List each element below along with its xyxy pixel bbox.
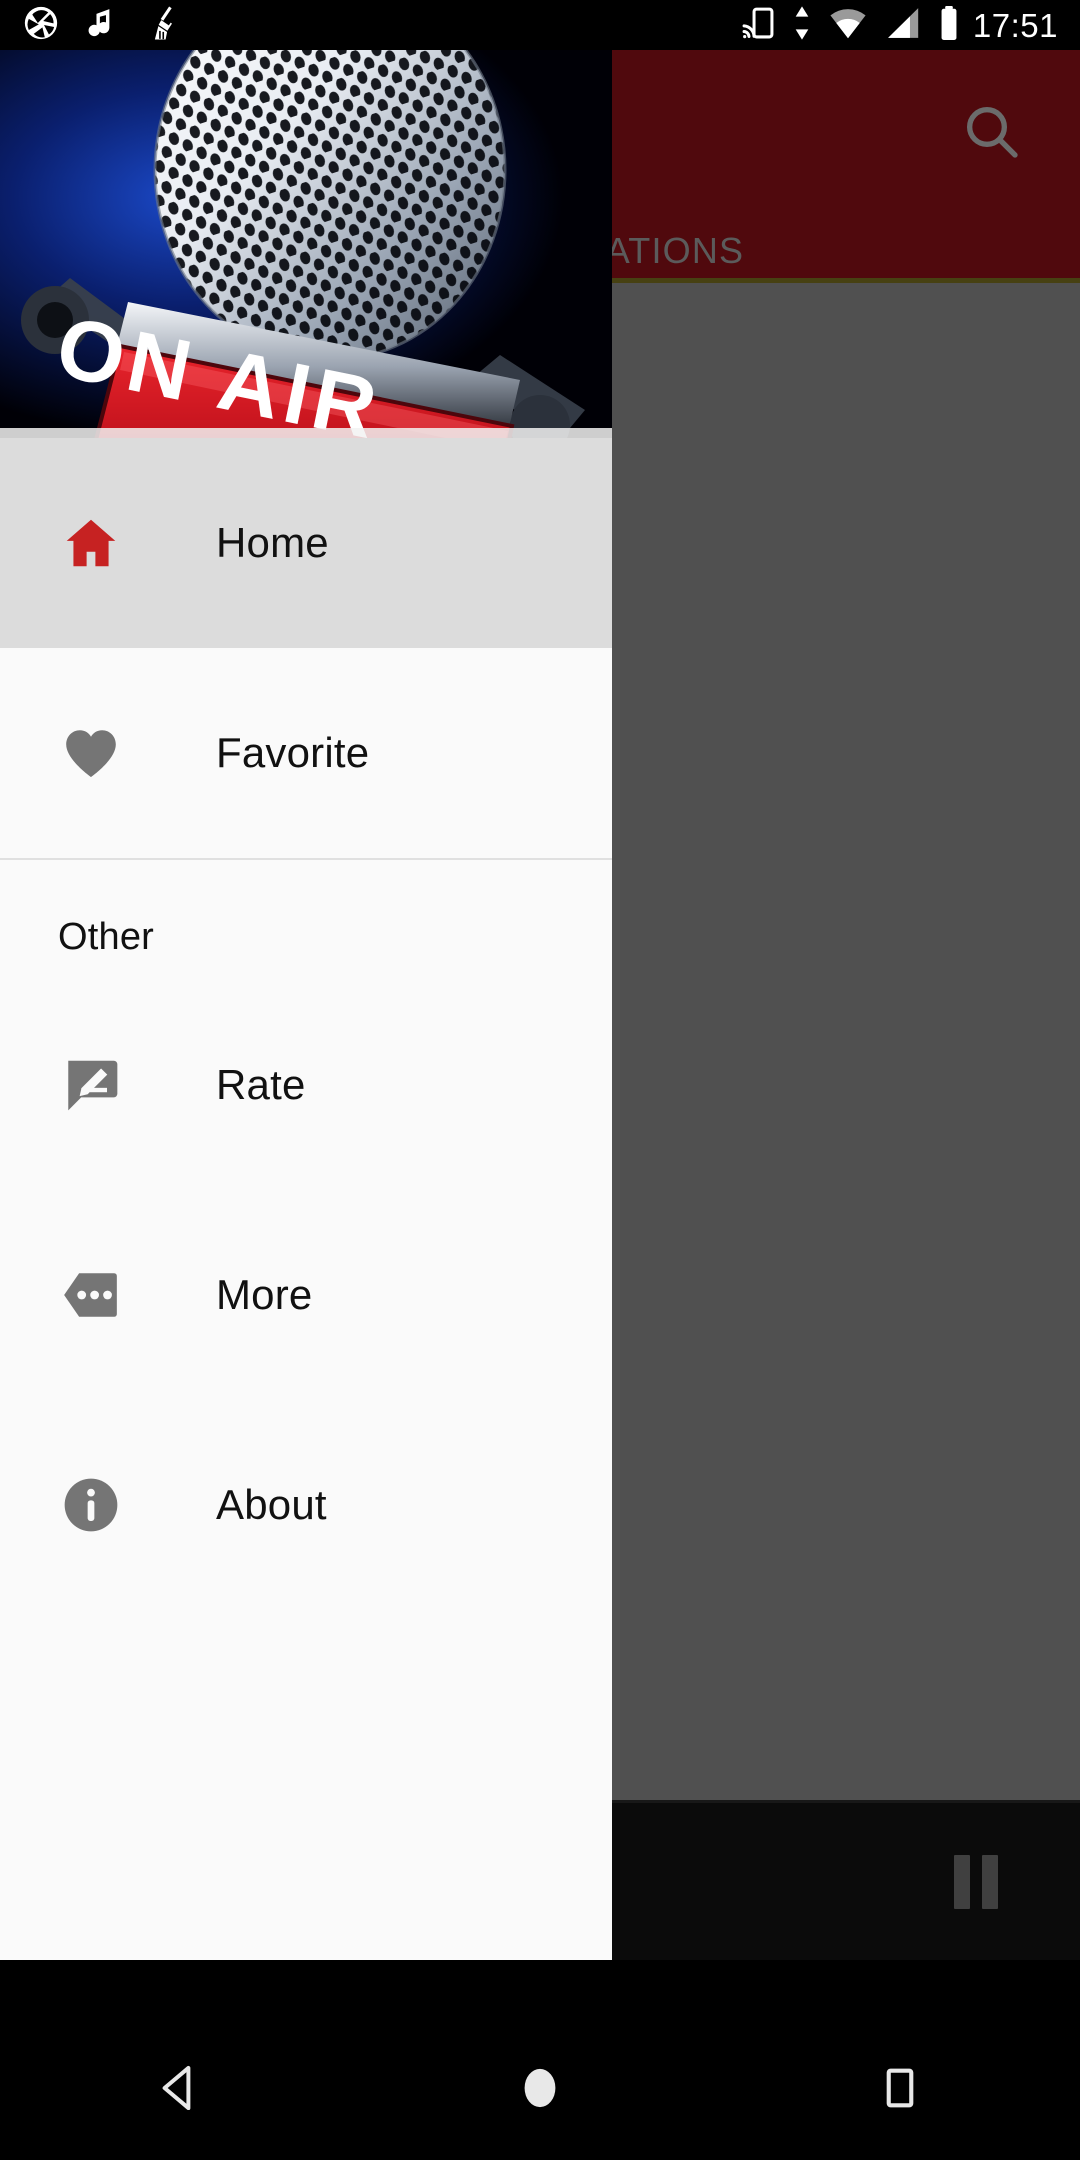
sidebar-item-label: About: [216, 1481, 327, 1528]
wifi-icon: [827, 4, 869, 47]
sidebar-item-label: Favorite: [216, 729, 370, 776]
camera-aperture-icon: [22, 4, 60, 47]
rate-feedback-icon: [58, 1052, 124, 1118]
sidebar-item-label: Home: [216, 519, 329, 566]
status-bar: 17:51: [0, 0, 1080, 50]
sidebar-item-more[interactable]: More: [0, 1190, 612, 1400]
system-navigation-bar: [0, 2015, 1080, 2160]
signal-icon: [883, 4, 923, 47]
sidebar-item-label: Rate: [216, 1061, 306, 1108]
sidebar-item-label: More: [216, 1271, 313, 1318]
cast-icon: [739, 4, 777, 47]
recents-square-icon[interactable]: [830, 2015, 970, 2160]
data-transfer-icon: [791, 4, 813, 47]
music-note-icon: [86, 4, 120, 47]
status-left-icons: [22, 4, 184, 47]
back-triangle-icon[interactable]: [110, 2015, 250, 2160]
info-icon: [58, 1472, 124, 1538]
drawer-section-other: Other: [58, 916, 155, 958]
heart-icon: [58, 720, 124, 786]
sidebar-item-about[interactable]: About: [0, 1400, 612, 1610]
drawer-header-image: ON AIR: [0, 50, 612, 438]
sidebar-item-home[interactable]: Home: [0, 438, 612, 648]
home-icon: [58, 510, 124, 576]
navigation-drawer: ON AIR Home Favorite Other Rate More Abo…: [0, 50, 612, 1960]
more-apps-icon: [58, 1262, 124, 1328]
home-circle-icon[interactable]: [470, 2015, 610, 2160]
broom-icon: [146, 4, 184, 47]
status-clock: 17:51: [972, 6, 1058, 44]
drawer-main-section: Home Favorite Other Rate More About: [0, 438, 612, 1610]
sidebar-item-favorite[interactable]: Favorite: [0, 648, 612, 858]
battery-icon: [937, 4, 961, 47]
status-right-icons: [739, 4, 961, 47]
sidebar-item-rate[interactable]: Rate: [0, 980, 612, 1190]
phone-screen: STATIONS ON AIR Home Favorite Other Rate…: [0, 0, 1080, 2160]
